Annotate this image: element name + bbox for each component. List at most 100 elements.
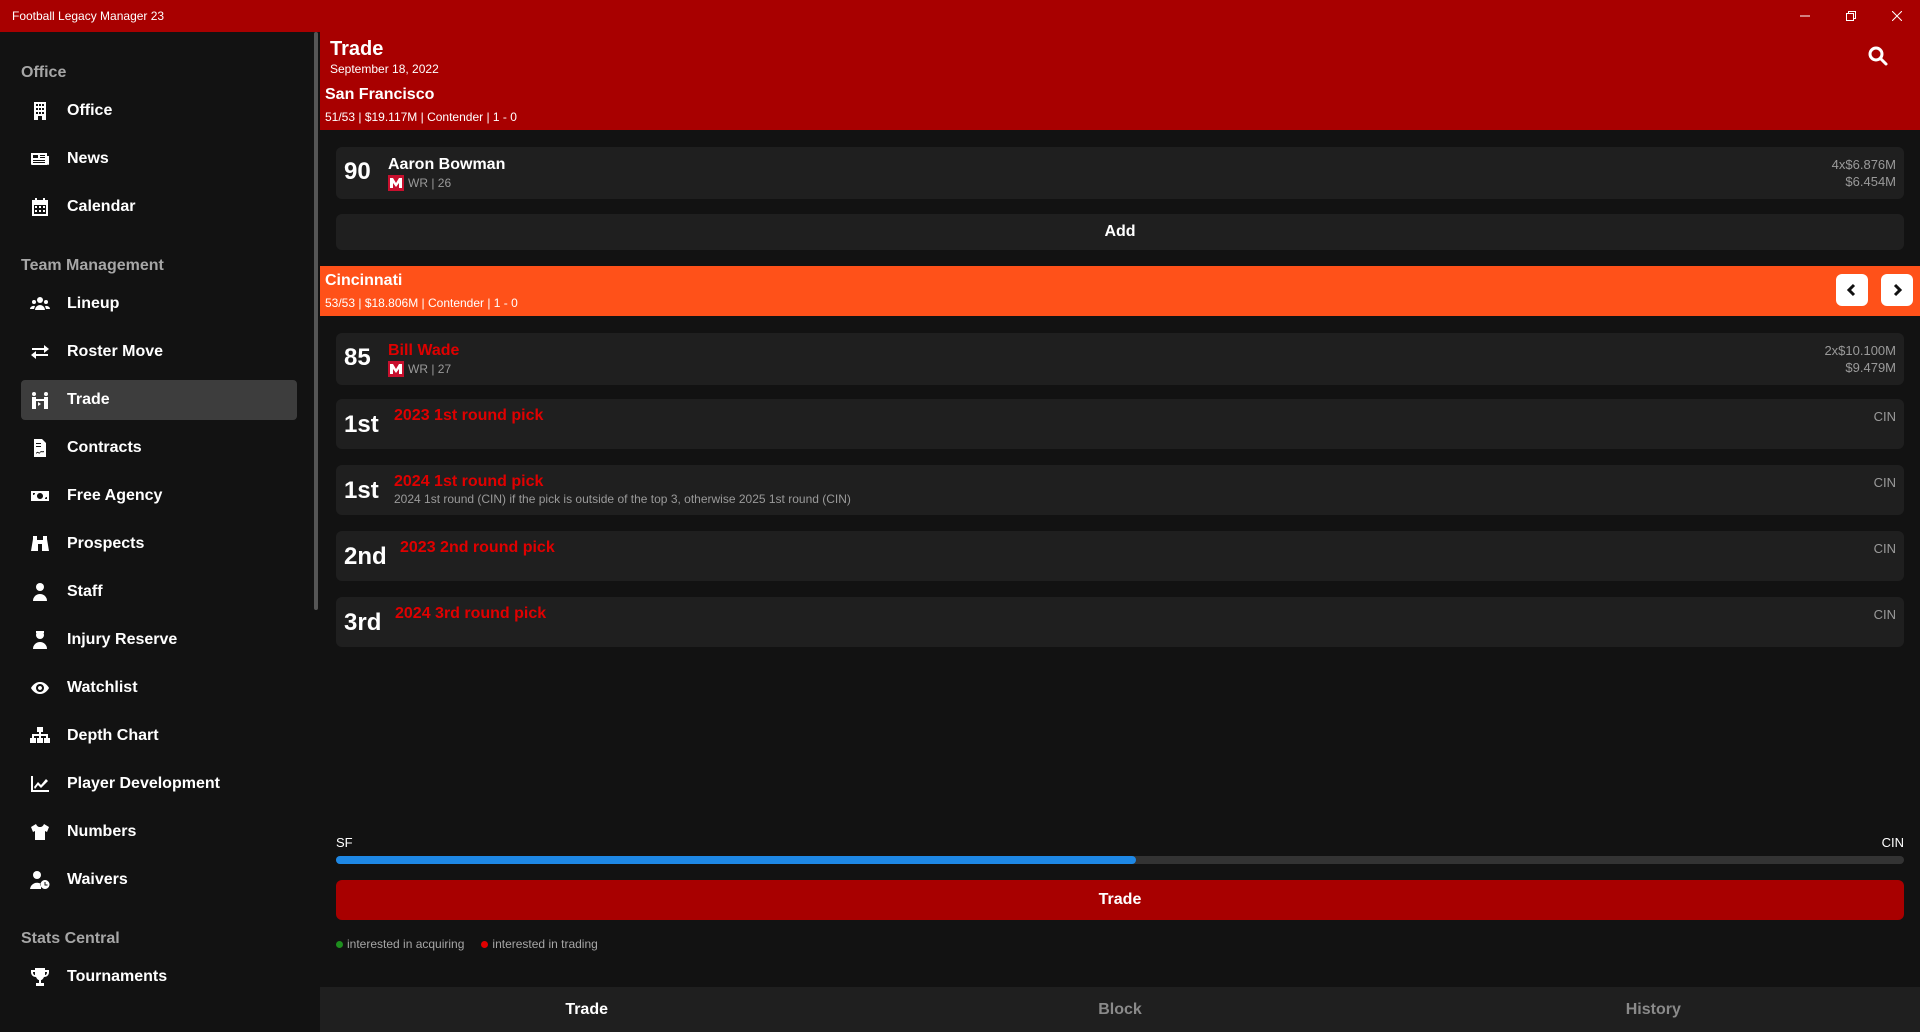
- restore-button[interactable]: [1828, 0, 1874, 32]
- sidebar-item-label: Depth Chart: [67, 727, 159, 744]
- legend: interested in acquiring interested in tr…: [336, 937, 615, 951]
- page-date: September 18, 2022: [330, 62, 439, 76]
- sidebar-item-label: Contracts: [67, 439, 142, 456]
- sitemap-icon: [30, 726, 50, 746]
- sidebar-item-injury-reserve[interactable]: Injury Reserve: [21, 620, 297, 660]
- legend-trading-label: interested in trading: [492, 937, 598, 951]
- player-position-age: WR | 27: [408, 362, 452, 376]
- user-tie-icon: [30, 582, 50, 602]
- red-dot-icon: [481, 940, 489, 948]
- draft-pick-row[interactable]: 1st 2023 1st round pick CIN: [336, 399, 1904, 449]
- sidebar-item-news[interactable]: News: [21, 139, 297, 179]
- sidebar-item-calendar[interactable]: Calendar: [21, 187, 297, 227]
- sidebar-item-roster-move[interactable]: Roster Move: [21, 332, 297, 372]
- sidebar: Office Office News Calendar Team Managem…: [0, 32, 314, 1032]
- section-title-office: Office: [21, 64, 67, 81]
- my-team-name: San Francisco: [325, 86, 435, 103]
- trade-icon: [30, 390, 50, 410]
- team-logo-icon: [388, 175, 404, 191]
- sidebar-item-contracts[interactable]: Contracts: [21, 428, 297, 468]
- section-title-team-management: Team Management: [21, 257, 164, 274]
- next-team-button[interactable]: [1881, 274, 1913, 306]
- chevron-right-icon: [1893, 283, 1903, 297]
- pick-name: 2023 1st round pick: [394, 407, 544, 424]
- pick-team: CIN: [1873, 475, 1896, 490]
- contract-cap-hit: $9.479M: [1845, 360, 1896, 375]
- draft-pick-row[interactable]: 1st 2024 1st round pick 2024 1st round (…: [336, 465, 1904, 515]
- sidebar-item-label: Numbers: [67, 823, 137, 840]
- sidebar-item-label: Calendar: [67, 198, 136, 215]
- player-position-age: WR | 26: [408, 176, 452, 190]
- player-info: WR | 27: [388, 361, 451, 377]
- sidebar-item-label: Staff: [67, 583, 103, 600]
- sidebar-item-waivers[interactable]: Waivers: [21, 860, 297, 900]
- sidebar-item-watchlist[interactable]: Watchlist: [21, 668, 297, 708]
- pick-round: 2nd: [344, 543, 387, 570]
- sidebar-item-numbers[interactable]: Numbers: [21, 812, 297, 852]
- sidebar-item-label: Lineup: [67, 295, 120, 312]
- draft-pick-row[interactable]: 3rd 2024 3rd round pick CIN: [336, 597, 1904, 647]
- legend-trading: interested in trading: [481, 937, 598, 951]
- chevron-left-icon: [1846, 283, 1856, 297]
- page-title: Trade: [330, 38, 384, 60]
- sidebar-item-label: News: [67, 150, 109, 167]
- partner-player-row[interactable]: 85 Bill Wade WR | 27 2x$10.100M $9.479M: [336, 333, 1904, 385]
- sidebar-item-label: Waivers: [67, 871, 128, 888]
- app-title: Football Legacy Manager 23: [12, 9, 165, 23]
- sidebar-item-player-development[interactable]: Player Development: [21, 764, 297, 804]
- sidebar-item-depth-chart[interactable]: Depth Chart: [21, 716, 297, 756]
- user-clock-icon: [30, 870, 50, 890]
- partner-team-info: 53/53 | $18.806M | Contender | 1 - 0: [325, 296, 518, 310]
- sidebar-scrollbar[interactable]: [314, 32, 318, 610]
- player-contract: 2x$10.100M $9.479M: [1824, 342, 1896, 376]
- bottom-tab-bar: Trade Block History: [320, 987, 1920, 1032]
- trade-balance-bar: [336, 856, 1904, 864]
- contract-terms: 4x$6.876M: [1831, 157, 1896, 172]
- sidebar-item-office[interactable]: Office: [21, 91, 297, 131]
- my-player-row[interactable]: 90 Aaron Bowman WR | 26 4x$6.876M $6.454…: [336, 147, 1904, 199]
- partner-team-name: Cincinnati: [325, 272, 403, 289]
- main-content: Trade September 18, 2022 San Francisco 5…: [320, 32, 1920, 1032]
- contract-cap-hit: $6.454M: [1845, 174, 1896, 189]
- sidebar-item-label: Trade: [67, 391, 110, 408]
- tab-history[interactable]: History: [1387, 987, 1920, 1032]
- search-icon: [1868, 46, 1888, 66]
- pick-round: 1st: [344, 477, 379, 504]
- trophy-icon: [30, 967, 50, 987]
- sidebar-item-staff[interactable]: Staff: [21, 572, 297, 612]
- close-button[interactable]: [1874, 0, 1920, 32]
- sidebar-item-trade[interactable]: Trade: [21, 380, 297, 420]
- sidebar-item-tournaments[interactable]: Tournaments: [21, 957, 297, 997]
- pick-team: CIN: [1873, 541, 1896, 556]
- building-icon: [30, 101, 50, 121]
- contract-icon: [30, 438, 50, 458]
- section-title-stats-central: Stats Central: [21, 930, 120, 947]
- sidebar-item-label: Injury Reserve: [67, 631, 178, 648]
- trade-button[interactable]: Trade: [336, 880, 1904, 920]
- close-icon: [1892, 11, 1902, 21]
- player-contract: 4x$6.876M $6.454M: [1832, 156, 1896, 190]
- minimize-button[interactable]: [1782, 0, 1828, 32]
- search-button[interactable]: [1866, 44, 1890, 68]
- tab-block[interactable]: Block: [853, 987, 1386, 1032]
- eye-icon: [30, 678, 50, 698]
- sidebar-item-label: Prospects: [67, 535, 145, 552]
- sidebar-item-label: Watchlist: [67, 679, 138, 696]
- team-logo-icon: [388, 361, 404, 377]
- add-button[interactable]: Add: [336, 214, 1904, 250]
- sidebar-item-lineup[interactable]: Lineup: [21, 284, 297, 324]
- chart-line-icon: [30, 774, 50, 794]
- user-injured-icon: [30, 630, 50, 650]
- pick-round: 1st: [344, 411, 379, 438]
- previous-team-button[interactable]: [1836, 274, 1868, 306]
- draft-pick-row[interactable]: 2nd 2023 2nd round pick CIN: [336, 531, 1904, 581]
- sidebar-item-label: Office: [67, 102, 113, 119]
- sidebar-item-prospects[interactable]: Prospects: [21, 524, 297, 564]
- tab-trade[interactable]: Trade: [320, 987, 853, 1032]
- legend-acquiring-label: interested in acquiring: [347, 937, 465, 951]
- green-dot-icon: [336, 940, 343, 948]
- sidebar-item-label: Free Agency: [67, 487, 163, 504]
- sidebar-item-free-agency[interactable]: Free Agency: [21, 476, 297, 516]
- player-name: Bill Wade: [388, 342, 460, 359]
- newspaper-icon: [30, 149, 50, 169]
